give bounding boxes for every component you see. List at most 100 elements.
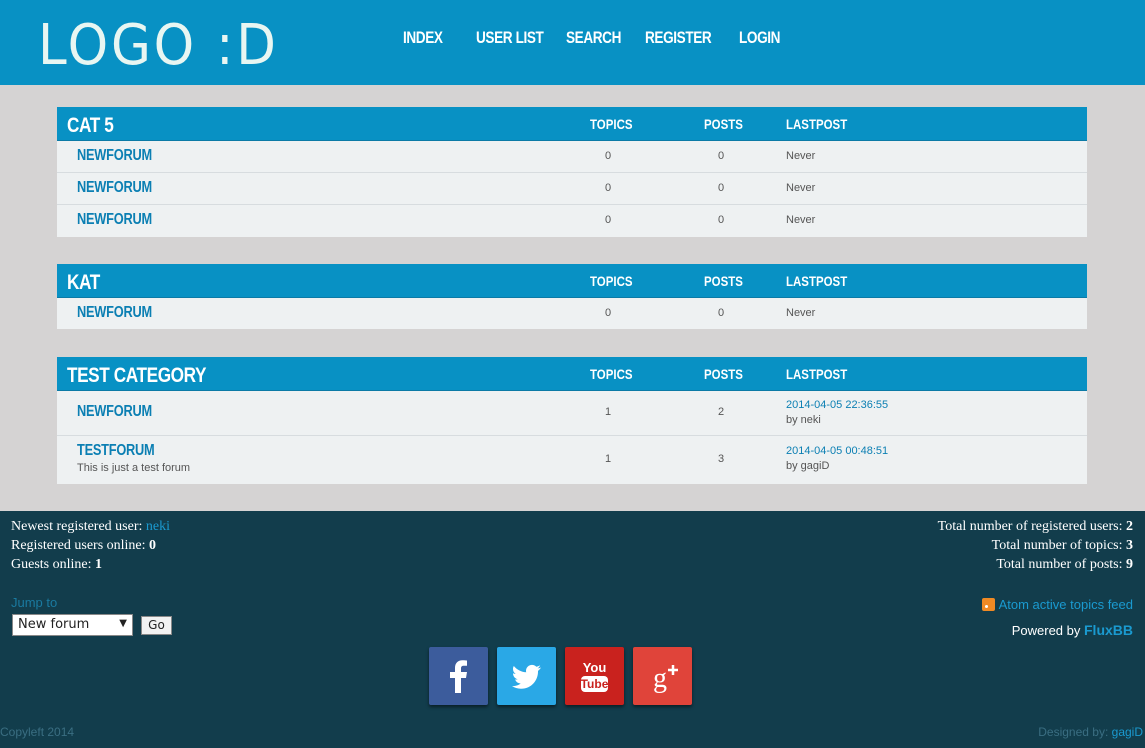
posts-count: 0 xyxy=(717,182,725,194)
total-posts-label: Total number of posts: xyxy=(996,557,1123,572)
posts-count: 0 xyxy=(717,214,725,226)
guests-online-value: 1 xyxy=(95,557,102,572)
atom-feed-link[interactable]: Atom active topics feed xyxy=(981,597,1133,612)
designed-by-label: Designed by: xyxy=(1038,725,1109,739)
category-title: CAT 5 xyxy=(67,114,114,137)
nav-index[interactable]: INDEX xyxy=(403,28,443,48)
last-post: Never xyxy=(786,150,816,162)
category-header: CAT 5 TOPICS POSTS LASTPOST xyxy=(57,107,1087,141)
svg-text:Tube: Tube xyxy=(581,677,609,691)
site-logo[interactable]: LOGO :D xyxy=(38,14,279,78)
forum-row: TESTFORUM This is just a test forum 1 3 … xyxy=(57,436,1087,484)
posts-count: 0 xyxy=(717,307,725,319)
google-plus-icon[interactable]: g xyxy=(633,647,692,705)
total-users-value: 2 xyxy=(1126,519,1133,534)
topics-count: 0 xyxy=(604,307,612,319)
jump-to-value: New forum xyxy=(18,617,90,632)
posts-header: POSTS xyxy=(704,366,743,382)
lastpost-header: LASTPOST xyxy=(786,116,848,132)
powered-by-label: Powered by xyxy=(1011,623,1081,638)
users-online-label: Registered users online: xyxy=(11,538,146,553)
forum-link[interactable]: NEWFORUM xyxy=(77,403,152,421)
posts-count: 3 xyxy=(717,453,725,465)
posts-count: 0 xyxy=(717,150,725,162)
nav-register[interactable]: REGISTER xyxy=(645,28,712,48)
last-post: Never xyxy=(786,307,816,319)
last-post: 2014-04-05 22:36:55 by neki xyxy=(786,398,888,428)
guests-online-label: Guests online: xyxy=(11,557,92,572)
twitter-icon[interactable] xyxy=(497,647,556,705)
forum-link[interactable]: NEWFORUM xyxy=(77,304,152,322)
topics-count: 0 xyxy=(604,214,612,226)
topics-count: 1 xyxy=(604,406,612,418)
forum-row: NEWFORUM 0 0 Never xyxy=(57,205,1087,237)
topics-count: 0 xyxy=(604,182,612,194)
users-online-value: 0 xyxy=(149,538,157,553)
last-post-link[interactable]: 2014-04-05 00:48:51 xyxy=(786,445,888,457)
topics-count: 0 xyxy=(604,150,612,162)
nav-user-list[interactable]: USER LIST xyxy=(476,28,544,48)
youtube-icon[interactable]: You Tube xyxy=(565,647,624,705)
forum-link[interactable]: NEWFORUM xyxy=(77,179,152,197)
nav-login[interactable]: LOGIN xyxy=(739,28,780,48)
designer-link[interactable]: gagiD xyxy=(1112,725,1143,739)
last-post: Never xyxy=(786,182,816,194)
posts-header: POSTS xyxy=(704,273,743,289)
forum-link[interactable]: TESTFORUM xyxy=(77,442,155,460)
forum-link[interactable]: NEWFORUM xyxy=(77,211,152,229)
last-post: 2014-04-05 00:48:51 by gagiD xyxy=(786,444,888,474)
forum-description: This is just a test forum xyxy=(77,462,191,474)
category-title: TEST CATEGORY xyxy=(67,364,207,387)
category-block: KAT TOPICS POSTS LASTPOST NEWFORUM 0 0 N… xyxy=(57,264,1087,329)
svg-text:You: You xyxy=(583,660,607,675)
forum-row: NEWFORUM 0 0 Never xyxy=(57,141,1087,173)
facebook-icon[interactable] xyxy=(429,647,488,705)
forum-row: NEWFORUM 1 2 2014-04-05 22:36:55 by neki xyxy=(57,391,1087,436)
category-title: KAT xyxy=(67,271,100,294)
jump-to-select[interactable]: New forum ▼ xyxy=(12,614,133,636)
newest-user-label: Newest registered user: xyxy=(11,519,143,534)
topics-count: 1 xyxy=(604,453,612,465)
jump-to-label: Jump to xyxy=(11,595,58,610)
topics-header: TOPICS xyxy=(590,273,633,289)
site-footer: Newest registered user: neki Registered … xyxy=(0,511,1145,748)
newest-user-link[interactable]: neki xyxy=(146,519,170,534)
last-post-link[interactable]: 2014-04-05 22:36:55 xyxy=(786,399,888,411)
nav-search[interactable]: SEARCH xyxy=(566,28,621,48)
topics-header: TOPICS xyxy=(590,116,633,132)
site-header: LOGO :D INDEX USER LIST SEARCH REGISTER … xyxy=(0,0,1145,85)
guests-online-stat: Guests online: 1 xyxy=(11,557,102,573)
total-topics-value: 3 xyxy=(1126,538,1133,553)
total-users-label: Total number of registered users: xyxy=(937,519,1123,534)
category-block: CAT 5 TOPICS POSTS LASTPOST NEWFORUM 0 0… xyxy=(57,107,1087,237)
total-posts-stat: Total number of posts: 9 xyxy=(996,557,1133,573)
users-online-stat: Registered users online: 0 xyxy=(11,538,156,554)
posts-count: 2 xyxy=(717,406,725,418)
forum-row: NEWFORUM 0 0 Never xyxy=(57,173,1087,205)
posts-header: POSTS xyxy=(704,116,743,132)
newest-user-stat: Newest registered user: neki xyxy=(11,519,170,535)
lastpost-header: LASTPOST xyxy=(786,366,848,382)
forum-row: NEWFORUM 0 0 Never xyxy=(57,298,1087,329)
rss-icon xyxy=(981,598,995,611)
copyleft-text: Copyleft 2014 xyxy=(0,725,75,739)
forum-link[interactable]: NEWFORUM xyxy=(77,147,152,165)
total-topics-stat: Total number of topics: 3 xyxy=(992,538,1133,554)
svg-text:g: g xyxy=(653,663,667,694)
last-post-author: by gagiD xyxy=(786,460,830,472)
category-header: TEST CATEGORY TOPICS POSTS LASTPOST xyxy=(57,357,1087,391)
powered-by: Powered by FluxBB xyxy=(1012,622,1133,638)
atom-feed-label: Atom active topics feed xyxy=(998,597,1133,612)
topics-header: TOPICS xyxy=(590,366,633,382)
lastpost-header: LASTPOST xyxy=(786,273,848,289)
fluxbb-link[interactable]: FluxBB xyxy=(1084,622,1133,638)
designed-by: Designed by: gagiD xyxy=(1038,725,1143,739)
last-post-author: by neki xyxy=(786,414,821,426)
last-post: Never xyxy=(786,214,816,226)
category-block: TEST CATEGORY TOPICS POSTS LASTPOST NEWF… xyxy=(57,357,1087,484)
total-users-stat: Total number of registered users: 2 xyxy=(938,519,1133,535)
total-posts-value: 9 xyxy=(1126,557,1133,572)
category-header: KAT TOPICS POSTS LASTPOST xyxy=(57,264,1087,298)
go-button[interactable]: Go xyxy=(141,616,172,635)
total-topics-label: Total number of topics: xyxy=(991,538,1123,553)
